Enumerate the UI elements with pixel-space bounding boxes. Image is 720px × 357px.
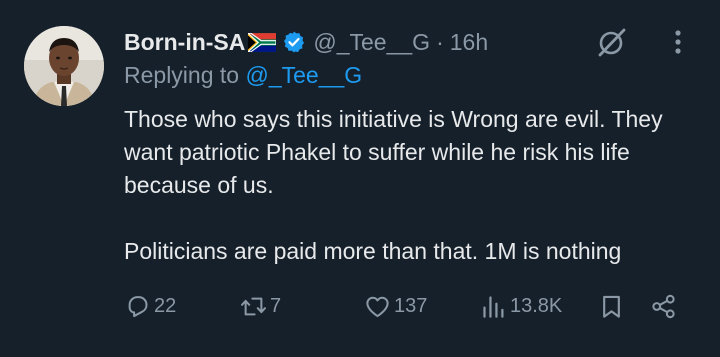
repost-button[interactable]: 7 bbox=[240, 288, 281, 324]
share-button[interactable] bbox=[650, 288, 677, 324]
more-icon[interactable] bbox=[664, 28, 692, 56]
reply-button[interactable]: 22 bbox=[124, 288, 176, 324]
tweet-header: Born-in-SA @_Tee__G · 16h bbox=[124, 26, 488, 58]
views-icon bbox=[483, 295, 504, 318]
like-count: 137 bbox=[394, 294, 428, 317]
repost-icon bbox=[241, 297, 266, 315]
bookmark-icon bbox=[603, 295, 620, 318]
like-button[interactable]: 137 bbox=[364, 288, 427, 324]
reply-icon bbox=[128, 295, 148, 317]
views-button[interactable]: 13.8K bbox=[480, 288, 562, 324]
bookmark-button[interactable] bbox=[598, 288, 625, 324]
tweet-text: Those who says this initiative is Wrong … bbox=[124, 103, 704, 268]
share-icon bbox=[652, 294, 675, 318]
grok-icon[interactable] bbox=[594, 24, 630, 60]
heart-icon bbox=[366, 296, 389, 317]
reply-count: 22 bbox=[154, 294, 177, 317]
avatar-image bbox=[24, 26, 104, 106]
display-name[interactable]: Born-in-SA bbox=[124, 29, 245, 56]
verified-badge-icon[interactable] bbox=[282, 30, 306, 54]
tweet-paragraph: Politicians are paid more than that. 1M … bbox=[124, 238, 622, 264]
avatar[interactable] bbox=[24, 26, 104, 106]
separator: · bbox=[436, 28, 444, 55]
replying-mention[interactable]: @_Tee__G bbox=[245, 62, 362, 88]
replying-to: Replying to @_Tee__G bbox=[124, 62, 362, 89]
timestamp[interactable]: 16h bbox=[450, 29, 488, 56]
action-bar: 22 7 137 13.8K bbox=[124, 288, 694, 324]
repost-count: 7 bbox=[270, 294, 282, 317]
south-africa-flag-icon bbox=[248, 32, 277, 52]
tweet-paragraph: Those who says this initiative is Wrong … bbox=[124, 106, 663, 198]
replying-prefix: Replying to bbox=[124, 62, 240, 88]
handle[interactable]: @_Tee__G bbox=[313, 29, 430, 56]
views-count: 13.8K bbox=[510, 294, 563, 317]
